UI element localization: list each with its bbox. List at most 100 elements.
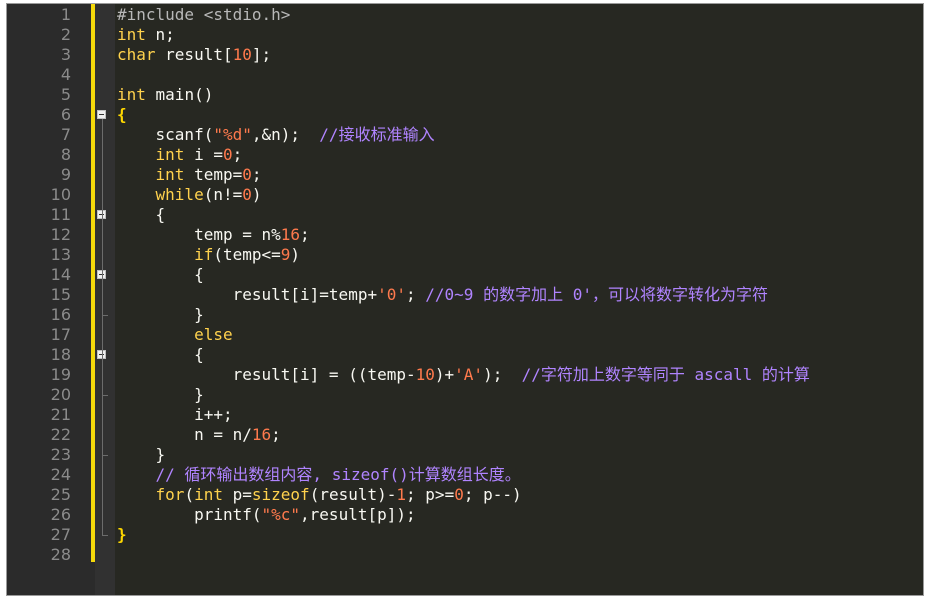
- code-token: ];: [251, 45, 272, 64]
- line-number: 2: [60, 25, 71, 44]
- code-token: scanf(: [117, 125, 214, 144]
- line-number: 3: [60, 45, 71, 64]
- line-number: 9: [60, 165, 71, 184]
- line-number: 23: [50, 445, 71, 464]
- code-token: ;: [406, 285, 426, 304]
- fold-margin: [95, 4, 115, 595]
- code-line[interactable]: result[i]=temp+'0'; //0~9 的数字加上 0'，可以将数字…: [117, 285, 768, 305]
- code-token: p=: [222, 485, 252, 504]
- keyword-token: int: [155, 145, 185, 164]
- fold-end-marker: [102, 315, 108, 316]
- code-line[interactable]: else: [117, 325, 233, 345]
- code-token: ): [251, 185, 262, 204]
- number-token: 0: [242, 165, 252, 184]
- code-line[interactable]: #include <stdio.h>: [117, 5, 290, 25]
- line-number: 6: [60, 105, 71, 124]
- code-token: main(): [145, 85, 214, 104]
- code-token: ,&n);: [251, 125, 320, 144]
- string-token: "%d": [213, 125, 252, 144]
- code-token: i =: [184, 145, 223, 164]
- code-token: }: [117, 305, 204, 324]
- string-token: 'A': [454, 365, 484, 384]
- code-token: ; p--): [463, 485, 522, 504]
- code-line[interactable]: {: [117, 105, 127, 125]
- number-token: 9: [280, 245, 291, 264]
- fold-toggle-icon[interactable]: [97, 110, 106, 119]
- line-number: 11: [50, 205, 71, 224]
- code-line[interactable]: }: [117, 525, 127, 545]
- code-line[interactable]: while(n!=0): [117, 185, 262, 205]
- code-line[interactable]: int i =0;: [117, 145, 243, 165]
- code-token: n = n/: [117, 425, 252, 444]
- line-number: 28: [50, 545, 71, 564]
- number-token: 16: [280, 225, 301, 244]
- fold-guide-line: [102, 279, 103, 315]
- code-line[interactable]: for(int p=sizeof(result)-1; p>=0; p--): [117, 485, 522, 505]
- code-token: (: [184, 485, 195, 504]
- code-line[interactable]: result[i] = ((temp-10)+'A'); //字符加上数字等同于…: [117, 365, 810, 385]
- code-token: result[i] = ((temp-: [117, 365, 416, 384]
- code-token: ;: [271, 425, 281, 444]
- string-token: '0': [377, 285, 406, 304]
- editor-window: 1 #include <stdio.h> 2 int n; 3 char result[1…: [0, 0, 925, 599]
- line-number: 5: [60, 85, 71, 104]
- line-number: 14: [50, 265, 71, 284]
- fold-guide-line: [102, 219, 103, 455]
- code-token: ): [290, 245, 301, 264]
- code-line[interactable]: char result[10];: [117, 45, 271, 65]
- code-line[interactable]: {: [117, 265, 204, 285]
- line-number: 13: [50, 245, 71, 264]
- code-line[interactable]: // 循环输出数组内容, sizeof()计算数组长度。: [117, 465, 521, 485]
- code-line[interactable]: int n;: [117, 25, 175, 45]
- code-token: i++;: [117, 405, 233, 424]
- comment-token: // 循环输出数组内容, sizeof()计算数组长度。: [155, 465, 521, 484]
- line-number: 12: [50, 225, 71, 244]
- code-token: (result)-: [309, 485, 397, 504]
- code-line[interactable]: int temp=0;: [117, 165, 262, 185]
- code-line[interactable]: i++;: [117, 405, 233, 425]
- keyword-token: for: [155, 485, 185, 504]
- code-token: {: [117, 345, 204, 364]
- fold-end-marker: [102, 535, 108, 536]
- code-token: }: [117, 385, 204, 404]
- keyword-token: sizeof: [251, 485, 310, 504]
- code-editor[interactable]: 1 #include <stdio.h> 2 int n; 3 char result[1…: [6, 3, 924, 596]
- fold-end-marker: [102, 455, 108, 456]
- keyword-token: else: [194, 325, 233, 344]
- number-token: 10: [232, 45, 252, 64]
- fold-end-marker: [102, 395, 108, 396]
- code-line[interactable]: if(temp<=9): [117, 245, 300, 265]
- line-number: 21: [50, 405, 71, 424]
- code-line[interactable]: }: [117, 445, 166, 465]
- line-number: 1: [60, 5, 71, 24]
- code-line[interactable]: printf("%c",result[p]);: [117, 505, 416, 525]
- code-token: ; p>=: [406, 485, 455, 504]
- code-token: {: [117, 265, 204, 284]
- code-line[interactable]: scanf("%d",&n); //接收标准输入: [117, 125, 435, 145]
- code-token: temp = n%: [117, 225, 281, 244]
- code-line[interactable]: {: [117, 205, 166, 225]
- code-line[interactable]: n = n/16;: [117, 425, 281, 445]
- code-token: temp=: [184, 165, 243, 184]
- code-line[interactable]: {: [117, 345, 204, 365]
- comment-token: //0~9 的数字加上 0'，可以将数字转化为字符: [425, 285, 768, 304]
- line-number: 20: [50, 385, 71, 404]
- code-token: )+: [434, 365, 455, 384]
- code-token: (temp<=: [213, 245, 281, 264]
- keyword-token: int: [155, 165, 185, 184]
- keyword-token: char: [117, 45, 156, 64]
- number-token: 16: [251, 425, 272, 444]
- code-line[interactable]: }: [117, 305, 204, 325]
- code-line[interactable]: }: [117, 385, 204, 405]
- code-line[interactable]: int main(): [117, 85, 213, 105]
- brace-token: }: [117, 525, 127, 544]
- number-token: 0: [454, 485, 464, 504]
- code-token: (n!=: [203, 185, 243, 204]
- code-line[interactable]: temp = n%16;: [117, 225, 310, 245]
- comment-token: //字符加上数字等同于 ascall 的计算: [521, 365, 810, 384]
